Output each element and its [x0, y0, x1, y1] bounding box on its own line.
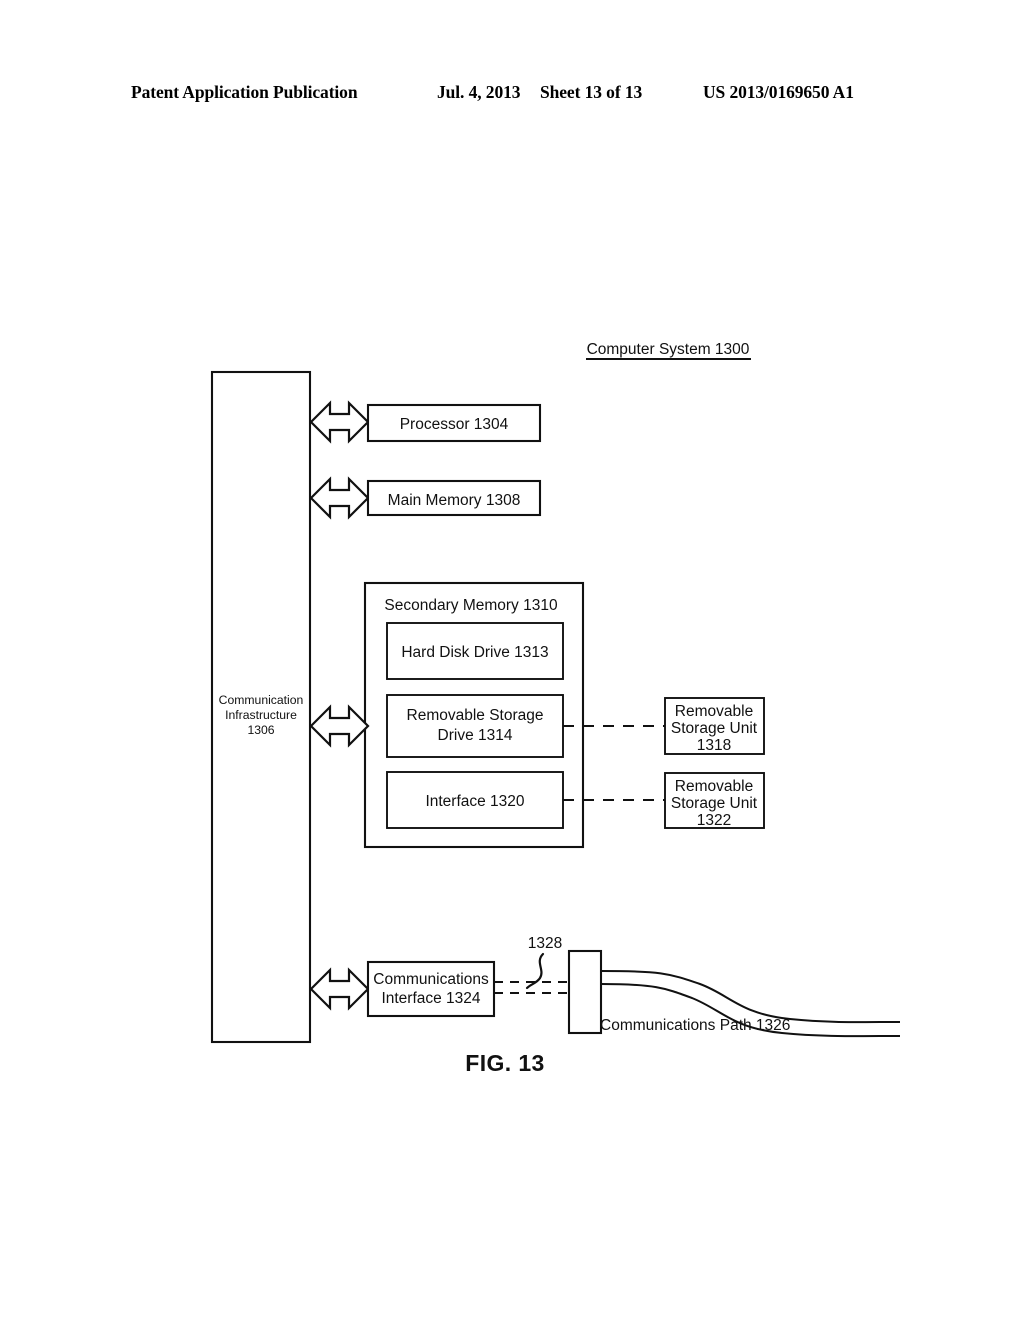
removable-storage-unit-1322-line3: 1322 — [697, 812, 731, 829]
secondary-memory-label: Secondary Memory 1310 — [384, 597, 558, 614]
removable-storage-unit-1322-line1: Removable — [675, 778, 753, 795]
patent-figure: Computer System 1300 Communication Infra… — [0, 0, 1024, 1320]
removable-storage-unit-1322-line2: Storage Unit — [671, 795, 758, 812]
removable-storage-drive-box — [386, 694, 564, 758]
removable-storage-unit-1318-line2: Storage Unit — [671, 720, 758, 737]
bus-label-line3: 1306 — [247, 723, 274, 737]
arrow-bus-processor — [309, 400, 370, 444]
hard-disk-drive-label: Hard Disk Drive 1313 — [401, 644, 548, 661]
arrow-bus-main-memory — [309, 476, 370, 520]
removable-storage-unit-1318-line1: Removable — [675, 703, 753, 720]
communications-interface-line2: Interface 1324 — [381, 990, 480, 1007]
communications-path-connector — [567, 949, 603, 1035]
arrow-bus-communications-interface — [309, 967, 370, 1011]
main-memory-label: Main Memory 1308 — [388, 492, 521, 509]
arrow-bus-secondary-memory — [309, 704, 370, 748]
removable-storage-drive-label-line2: Drive 1314 — [438, 727, 513, 744]
processor-label: Processor 1304 — [400, 416, 509, 433]
interface-label: Interface 1320 — [425, 793, 524, 810]
removable-storage-unit-1318-line3: 1318 — [697, 737, 731, 754]
communications-path-curve-upper — [600, 970, 901, 1024]
communications-path-label: Communications Path 1326 — [600, 1017, 790, 1034]
removable-storage-drive-label-line1: Removable Storage — [407, 707, 544, 724]
signal-callout-label: 1328 — [528, 935, 562, 952]
figure-caption: FIG. 13 — [465, 1050, 545, 1076]
figure-title-label: Computer System 1300 — [587, 341, 750, 358]
communication-infrastructure-bus — [210, 370, 312, 1044]
communications-interface-line1: Communications — [373, 971, 489, 988]
bus-label-line1: Communication — [219, 693, 304, 707]
bus-label-line2: Infrastructure — [225, 708, 297, 722]
